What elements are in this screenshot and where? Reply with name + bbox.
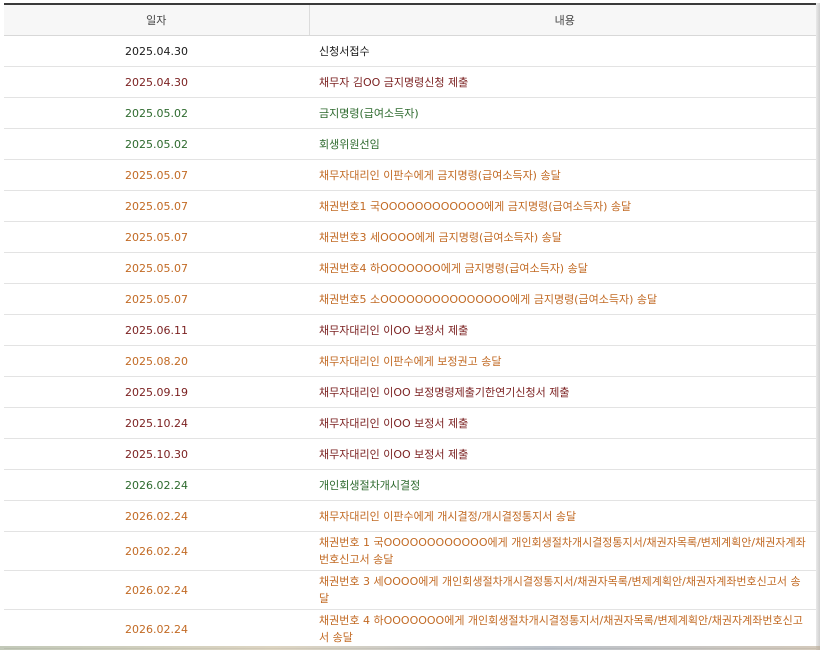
row-date: 2025.10.30 bbox=[4, 439, 309, 470]
row-date: 2025.06.11 bbox=[4, 315, 309, 346]
row-date: 2026.02.24 bbox=[4, 470, 309, 501]
row-content: 개인회생절차개시결정 bbox=[309, 470, 820, 501]
row-date: 2025.08.20 bbox=[4, 346, 309, 377]
row-content: 채무자대리인 이판수에게 보정권고 송달 bbox=[309, 346, 820, 377]
row-date: 2026.02.24 bbox=[4, 610, 309, 649]
row-content: 채무자대리인 이OO 보정서 제출 bbox=[309, 439, 820, 470]
row-date: 2025.04.30 bbox=[4, 36, 309, 67]
row-content: 금지명령(급여소득자) bbox=[309, 98, 820, 129]
row-date: 2025.04.30 bbox=[4, 67, 309, 98]
row-content: 채권번호5 소OOOOOOOOOOOOOOO에게 금지명령(급여소득자) 송달 bbox=[309, 284, 820, 315]
table-row: 2025.05.07채무자대리인 이판수에게 금지명령(급여소득자) 송달 bbox=[4, 160, 820, 191]
table-row: 2025.05.02회생위원선임 bbox=[4, 129, 820, 160]
row-content: 채무자 김OO 금지명령신청 제출 bbox=[309, 67, 820, 98]
row-content: 채무자대리인 이판수에게 개시결정/개시결정통지서 송달 bbox=[309, 501, 820, 532]
content-column-header: 내용 bbox=[309, 5, 820, 36]
row-date: 2025.05.02 bbox=[4, 98, 309, 129]
row-content: 채무자대리인 이OO 보정서 제출 bbox=[309, 408, 820, 439]
table-row: 2026.02.24채권번호 4 하OOOOOOO에게 개인회생절차개시결정통지… bbox=[4, 610, 820, 649]
date-column-header: 일자 bbox=[4, 5, 309, 36]
table-row: 2025.05.02금지명령(급여소득자) bbox=[4, 98, 820, 129]
row-date: 2026.02.24 bbox=[4, 532, 309, 571]
row-content: 채무자대리인 이판수에게 금지명령(급여소득자) 송달 bbox=[309, 160, 820, 191]
table-row: 2025.04.30채무자 김OO 금지명령신청 제출 bbox=[4, 67, 820, 98]
row-date: 2025.05.07 bbox=[4, 160, 309, 191]
table-header-row: 일자 내용 bbox=[4, 5, 820, 36]
row-date: 2025.09.19 bbox=[4, 377, 309, 408]
row-date: 2026.02.24 bbox=[4, 571, 309, 610]
table-row: 2025.08.20채무자대리인 이판수에게 보정권고 송달 bbox=[4, 346, 820, 377]
row-date: 2025.05.02 bbox=[4, 129, 309, 160]
case-progress-table: 일자 내용 2025.04.30신청서접수2025.04.30채무자 김OO 금… bbox=[4, 5, 820, 649]
row-date: 2025.05.07 bbox=[4, 284, 309, 315]
table-row: 2025.05.07채권번호3 세OOOO에게 금지명령(급여소득자) 송달 bbox=[4, 222, 820, 253]
row-content: 회생위원선임 bbox=[309, 129, 820, 160]
row-date: 2025.05.07 bbox=[4, 253, 309, 284]
row-content: 채권번호4 하OOOOOOO에게 금지명령(급여소득자) 송달 bbox=[309, 253, 820, 284]
row-date: 2025.05.07 bbox=[4, 191, 309, 222]
row-content: 채무자대리인 이OO 보정서 제출 bbox=[309, 315, 820, 346]
table-row: 2025.05.07채권번호5 소OOOOOOOOOOOOOOO에게 금지명령(… bbox=[4, 284, 820, 315]
case-progress-table-container: 일자 내용 2025.04.30신청서접수2025.04.30채무자 김OO 금… bbox=[4, 3, 820, 652]
table-row: 2025.09.19채무자대리인 이OO 보정명령제출기한연기신청서 제출 bbox=[4, 377, 820, 408]
window-edge bbox=[816, 3, 820, 650]
row-content: 채권번호1 국OOOOOOOOOOOO에게 금지명령(급여소득자) 송달 bbox=[309, 191, 820, 222]
row-content: 채권번호 1 국OOOOOOOOOOOO에게 개인회생절차개시결정통지서/채권자… bbox=[309, 532, 820, 571]
table-row: 2025.10.30채무자대리인 이OO 보정서 제출 bbox=[4, 439, 820, 470]
row-date: 2025.05.07 bbox=[4, 222, 309, 253]
table-row: 2026.02.24채권번호 3 세OOOO에게 개인회생절차개시결정통지서/채… bbox=[4, 571, 820, 610]
table-row: 2026.02.24개인회생절차개시결정 bbox=[4, 470, 820, 501]
row-date: 2026.02.24 bbox=[4, 501, 309, 532]
row-date: 2025.10.24 bbox=[4, 408, 309, 439]
row-content: 채무자대리인 이OO 보정명령제출기한연기신청서 제출 bbox=[309, 377, 820, 408]
table-row: 2025.04.30신청서접수 bbox=[4, 36, 820, 67]
table-body: 2025.04.30신청서접수2025.04.30채무자 김OO 금지명령신청 … bbox=[4, 36, 820, 649]
row-content: 채권번호3 세OOOO에게 금지명령(급여소득자) 송달 bbox=[309, 222, 820, 253]
table-row: 2025.06.11채무자대리인 이OO 보정서 제출 bbox=[4, 315, 820, 346]
row-content: 채권번호 3 세OOOO에게 개인회생절차개시결정통지서/채권자목록/변제계획안… bbox=[309, 571, 820, 610]
background-strip bbox=[0, 646, 820, 650]
table-row: 2025.05.07채권번호1 국OOOOOOOOOOOO에게 금지명령(급여소… bbox=[4, 191, 820, 222]
row-content: 신청서접수 bbox=[309, 36, 820, 67]
row-content: 채권번호 4 하OOOOOOO에게 개인회생절차개시결정통지서/채권자목록/변제… bbox=[309, 610, 820, 649]
table-row: 2025.05.07채권번호4 하OOOOOOO에게 금지명령(급여소득자) 송… bbox=[4, 253, 820, 284]
table-row: 2026.02.24채무자대리인 이판수에게 개시결정/개시결정통지서 송달 bbox=[4, 501, 820, 532]
table-row: 2025.10.24채무자대리인 이OO 보정서 제출 bbox=[4, 408, 820, 439]
table-row: 2026.02.24채권번호 1 국OOOOOOOOOOOO에게 개인회생절차개… bbox=[4, 532, 820, 571]
